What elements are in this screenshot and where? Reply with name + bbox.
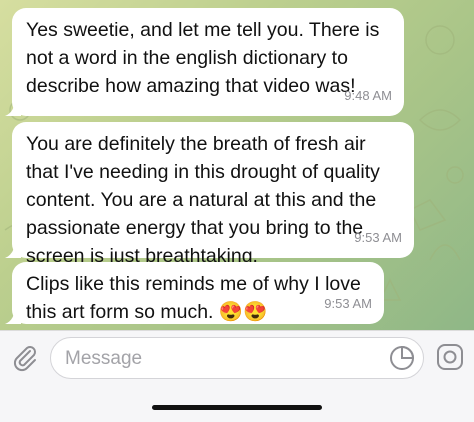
paperclip-icon[interactable] <box>10 343 40 373</box>
message-bubble[interactable]: You are definitely the breath of fresh a… <box>5 122 414 267</box>
message-time: 9:53 AM <box>354 230 402 245</box>
message-line: describe how amazing that video was! <box>26 75 356 97</box>
message-line: You are definitely the breath of fresh a… <box>26 133 366 155</box>
message-line: passionate energy that you bring to the <box>26 217 364 239</box>
sticker-icon[interactable] <box>389 345 415 371</box>
message-bubble[interactable]: Clips like this reminds me of why I love… <box>5 262 384 324</box>
message-line: this art form so much. 😍😍 <box>26 301 268 323</box>
message-bubble[interactable]: Yes sweetie, and let me tell you. There … <box>5 8 404 116</box>
chat-area[interactable]: Yes sweetie, and let me tell you. There … <box>0 0 474 330</box>
message-line: that I've needing in this drought of qua… <box>26 161 380 183</box>
message-line: Clips like this reminds me of why I love <box>26 273 361 295</box>
bubble-tail <box>5 240 21 258</box>
home-indicator <box>152 405 322 410</box>
bubble-tail <box>5 98 21 116</box>
bubble-tail <box>5 306 21 324</box>
message-field <box>50 337 424 380</box>
message-time: 9:53 AM <box>324 296 372 311</box>
message-line: content. You are a natural at this and t… <box>26 189 377 211</box>
message-time: 9:48 AM <box>344 88 392 103</box>
message-line: not a word in the english dictionary to <box>26 47 348 69</box>
camera-icon[interactable] <box>436 343 464 371</box>
message-input[interactable] <box>63 338 367 380</box>
message-line: Yes sweetie, and let me tell you. There … <box>26 19 380 41</box>
